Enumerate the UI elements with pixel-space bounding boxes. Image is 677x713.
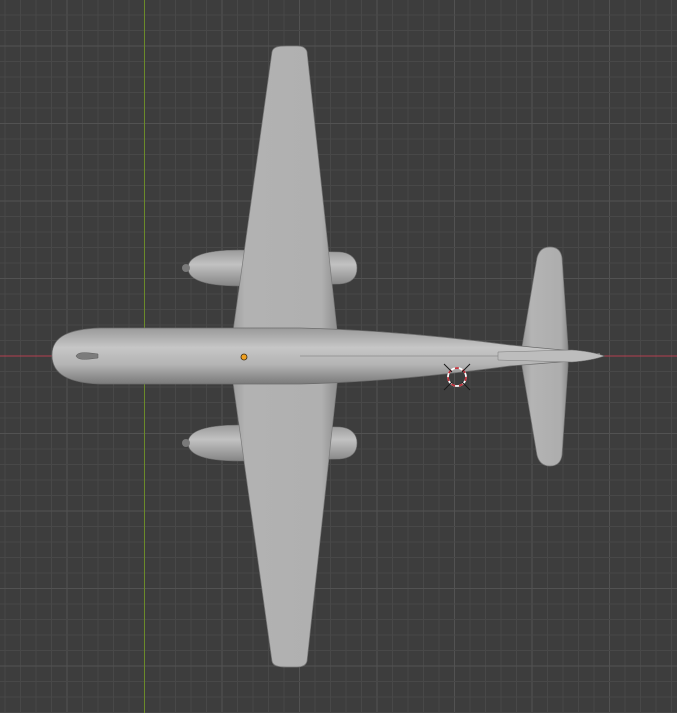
wing-lower[interactable] [231,374,338,668]
3d-cursor-icon[interactable] [443,363,471,391]
viewport-canvas[interactable] [0,0,677,713]
nose-detail [75,352,99,360]
wing-upper[interactable] [231,45,338,340]
object-origin-icon[interactable] [240,353,248,361]
tail-fin[interactable] [497,349,605,363]
3d-viewport[interactable] [0,0,677,713]
